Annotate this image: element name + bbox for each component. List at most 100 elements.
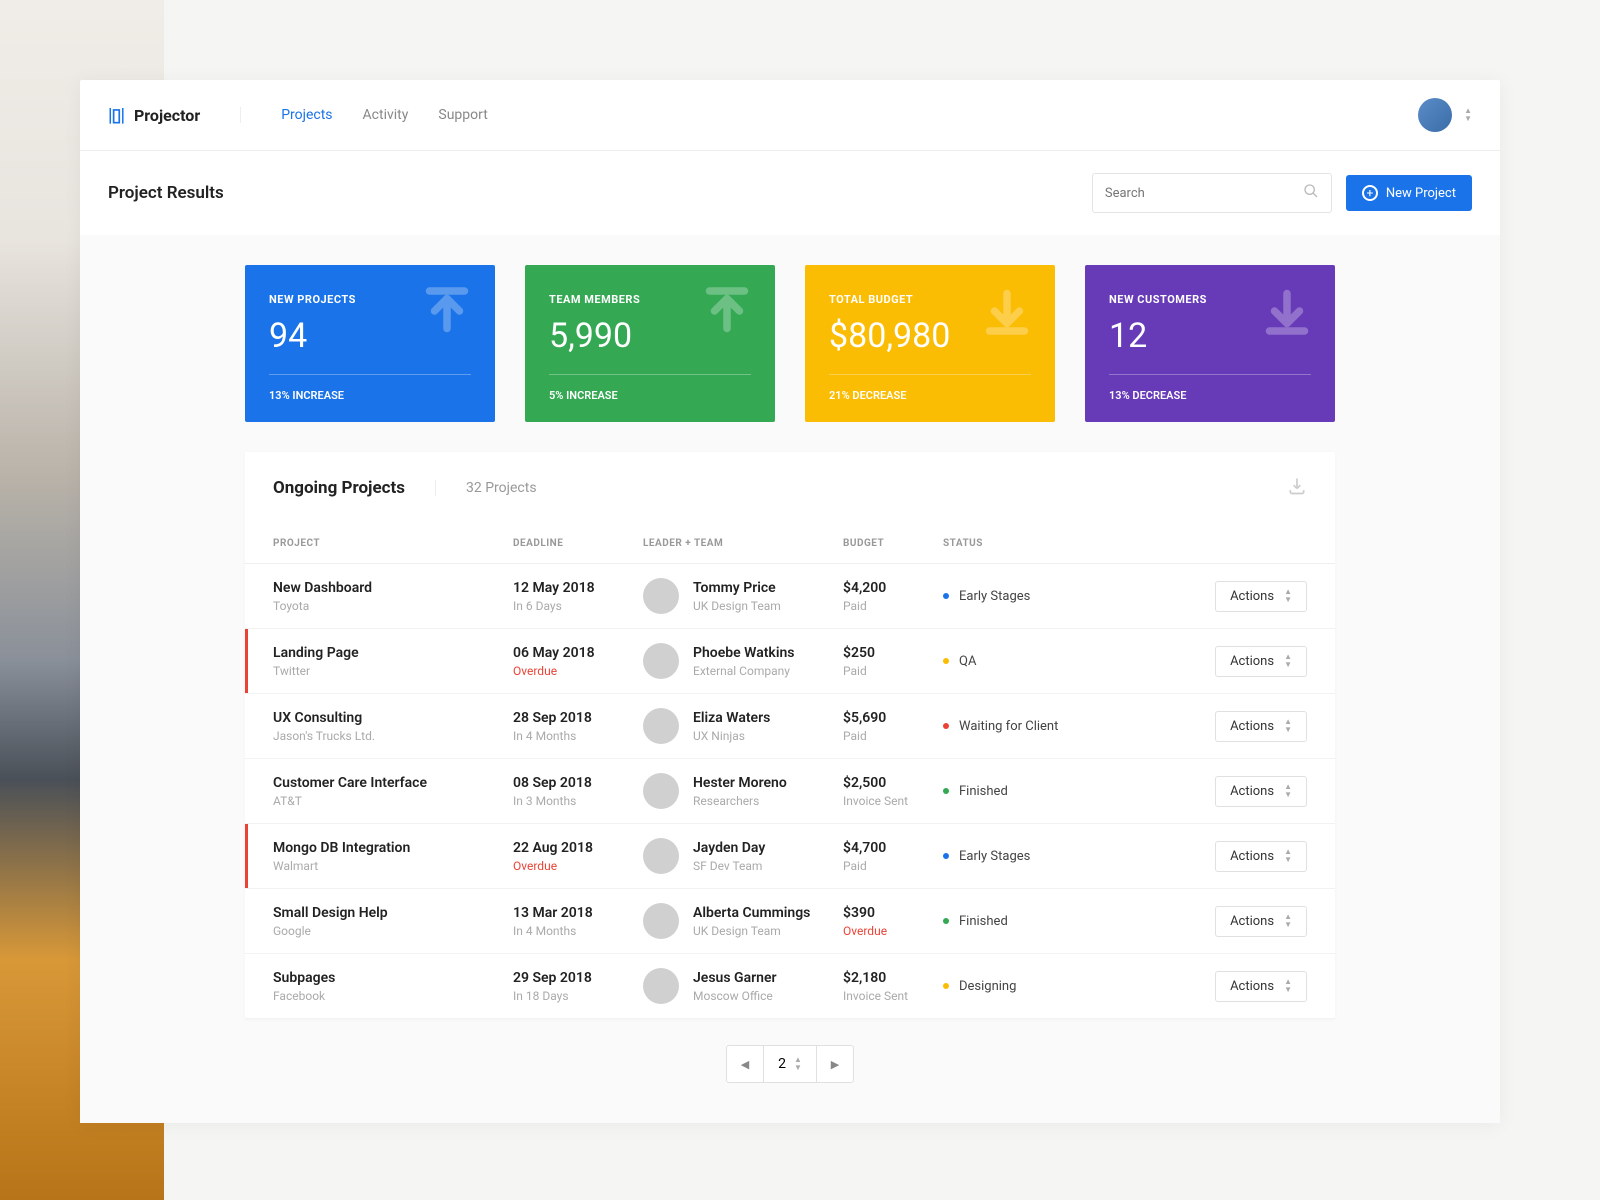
deadline-due: Overdue <box>513 664 643 678</box>
chevron-updown-icon: ▲▼ <box>1284 719 1292 733</box>
projects-panel: Ongoing Projects 32 Projects PROJECT DEA… <box>245 452 1335 1019</box>
leader-avatar <box>643 903 679 939</box>
top-nav: |▯| Projector Projects Activity Support … <box>80 80 1500 151</box>
nav-projects[interactable]: Projects <box>281 107 332 123</box>
chevron-updown-icon: ▲▼ <box>1284 589 1292 603</box>
team-name: UK Design Team <box>693 924 810 938</box>
brand-name: Projector <box>134 106 200 125</box>
plus-icon: + <box>1362 185 1378 201</box>
chevron-updown-icon: ▲▼ <box>1284 784 1292 798</box>
status-dot <box>943 658 949 664</box>
deadline-due: In 4 Months <box>513 729 643 743</box>
actions-button[interactable]: Actions ▲▼ <box>1215 971 1307 1002</box>
actions-button[interactable]: Actions ▲▼ <box>1215 711 1307 742</box>
budget-status: Invoice Sent <box>843 989 943 1003</box>
table-row[interactable]: New Dashboard Toyota 12 May 2018 In 6 Da… <box>245 564 1335 629</box>
trend-up-icon <box>417 281 477 341</box>
nav-support[interactable]: Support <box>438 107 487 123</box>
project-client: Twitter <box>273 664 513 678</box>
team-name: UX Ninjas <box>693 729 770 743</box>
panel-title: Ongoing Projects <box>273 478 405 498</box>
chevron-updown-icon: ▲▼ <box>1284 654 1292 668</box>
table-row[interactable]: Customer Care Interface AT&T 08 Sep 2018… <box>245 759 1335 824</box>
budget-amount: $4,700 <box>843 840 943 856</box>
trend-down-icon <box>1257 281 1317 341</box>
chevron-updown-icon: ▲▼ <box>794 1057 802 1071</box>
actions-button[interactable]: Actions ▲▼ <box>1215 646 1307 677</box>
team-name: Researchers <box>693 794 787 808</box>
logo[interactable]: |▯| Projector <box>108 105 200 126</box>
budget-status: Overdue <box>843 924 943 938</box>
project-client: AT&T <box>273 794 513 808</box>
leader-avatar <box>643 838 679 874</box>
col-budget: BUDGET <box>843 538 943 549</box>
leader-name: Eliza Waters <box>693 710 770 726</box>
status-text: Early Stages <box>959 849 1030 864</box>
status-text: Early Stages <box>959 589 1030 604</box>
card-delta: 13% INCREASE <box>269 389 471 402</box>
table-row[interactable]: Landing Page Twitter 06 May 2018 Overdue… <box>245 629 1335 694</box>
new-project-button[interactable]: + New Project <box>1346 175 1472 211</box>
col-project: PROJECT <box>273 538 513 549</box>
leader-name: Jesus Garner <box>693 970 777 986</box>
chevron-updown-icon[interactable]: ▲▼ <box>1464 108 1472 122</box>
deadline-date: 29 Sep 2018 <box>513 970 643 986</box>
actions-button[interactable]: Actions ▲▼ <box>1215 581 1307 612</box>
deadline-date: 12 May 2018 <box>513 580 643 596</box>
project-title: Small Design Help <box>273 905 513 921</box>
col-deadline: DEADLINE <box>513 538 643 549</box>
page-current[interactable]: 2 ▲▼ <box>763 1046 817 1082</box>
deadline-due: Overdue <box>513 859 643 873</box>
page-prev-button[interactable]: ◀ <box>727 1046 763 1082</box>
leader-name: Phoebe Watkins <box>693 645 794 661</box>
budget-amount: $390 <box>843 905 943 921</box>
nav-links: Projects Activity Support <box>240 107 488 123</box>
trend-down-icon <box>977 281 1037 341</box>
project-title: Mongo DB Integration <box>273 840 513 856</box>
main-content: NEW PROJECTS 94 13% INCREASE TEAM MEMBER… <box>80 235 1500 1123</box>
budget-amount: $2,500 <box>843 775 943 791</box>
stat-card-purple[interactable]: NEW CUSTOMERS 12 13% DECREASE <box>1085 265 1335 422</box>
team-name: SF Dev Team <box>693 859 765 873</box>
status-dot <box>943 593 949 599</box>
status-text: QA <box>959 654 976 669</box>
project-client: Jason's Trucks Ltd. <box>273 729 513 743</box>
stat-card-orange[interactable]: TOTAL BUDGET $80,980 21% DECREASE <box>805 265 1055 422</box>
card-delta: 21% DECREASE <box>829 389 1031 402</box>
project-client: Facebook <box>273 989 513 1003</box>
deadline-date: 28 Sep 2018 <box>513 710 643 726</box>
download-icon[interactable] <box>1287 476 1307 500</box>
actions-button[interactable]: Actions ▲▼ <box>1215 906 1307 937</box>
table-row[interactable]: UX Consulting Jason's Trucks Ltd. 28 Sep… <box>245 694 1335 759</box>
deadline-date: 06 May 2018 <box>513 645 643 661</box>
table-row[interactable]: Small Design Help Google 13 Mar 2018 In … <box>245 889 1335 954</box>
app-window: |▯| Projector Projects Activity Support … <box>80 80 1500 1123</box>
user-avatar[interactable] <box>1418 98 1452 132</box>
project-title: Landing Page <box>273 645 513 661</box>
chevron-updown-icon: ▲▼ <box>1284 979 1292 993</box>
search-box[interactable] <box>1092 173 1332 213</box>
table-row[interactable]: Subpages Facebook 29 Sep 2018 In 18 Days… <box>245 954 1335 1019</box>
project-title: New Dashboard <box>273 580 513 596</box>
status-dot <box>943 723 949 729</box>
leader-avatar <box>643 643 679 679</box>
stat-card-blue[interactable]: NEW PROJECTS 94 13% INCREASE <box>245 265 495 422</box>
project-client: Walmart <box>273 859 513 873</box>
leader-name: Tommy Price <box>693 580 781 596</box>
budget-status: Paid <box>843 859 943 873</box>
page-title: Project Results <box>108 183 224 203</box>
actions-button[interactable]: Actions ▲▼ <box>1215 776 1307 807</box>
search-icon <box>1303 183 1319 203</box>
col-status: STATUS <box>943 538 1143 549</box>
search-input[interactable] <box>1105 186 1303 201</box>
budget-status: Paid <box>843 599 943 613</box>
status-text: Designing <box>959 979 1016 994</box>
leader-name: Alberta Cummings <box>693 905 810 921</box>
nav-activity[interactable]: Activity <box>363 107 409 123</box>
status-dot <box>943 918 949 924</box>
page-next-button[interactable]: ▶ <box>817 1046 853 1082</box>
actions-button[interactable]: Actions ▲▼ <box>1215 841 1307 872</box>
stat-card-green[interactable]: TEAM MEMBERS 5,990 5% INCREASE <box>525 265 775 422</box>
table-row[interactable]: Mongo DB Integration Walmart 22 Aug 2018… <box>245 824 1335 889</box>
chevron-updown-icon: ▲▼ <box>1284 914 1292 928</box>
